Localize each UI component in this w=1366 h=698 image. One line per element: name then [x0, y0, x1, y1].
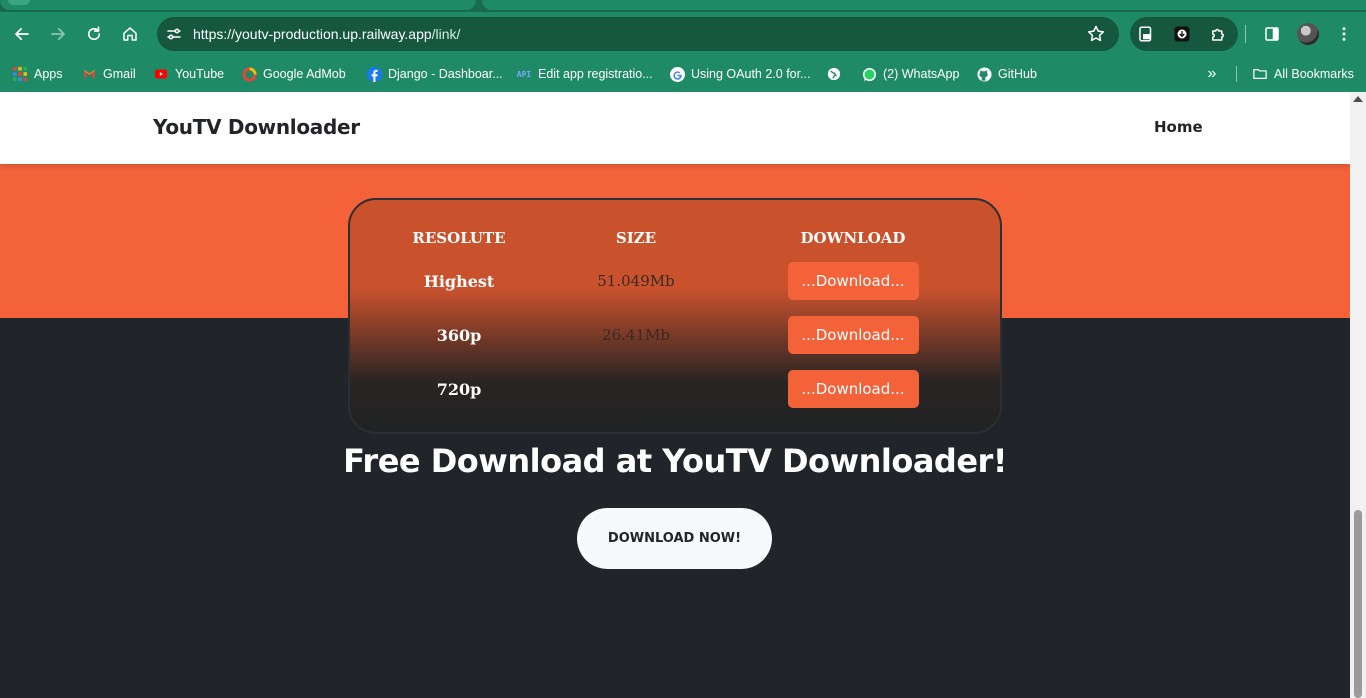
browser-toolbar: https://youtv-production.up.railway.app/…: [0, 12, 1366, 56]
extension-page-icon[interactable]: [1137, 25, 1155, 43]
download-now-button[interactable]: DOWNLOAD NOW!: [577, 508, 772, 569]
home-icon[interactable]: [118, 22, 142, 46]
admob-icon: [241, 66, 257, 82]
apps-grid-icon: [12, 66, 28, 82]
extension-download-icon[interactable]: [1173, 25, 1191, 43]
nav-link-home[interactable]: Home: [1154, 118, 1203, 136]
github-icon: [976, 66, 992, 82]
site-navbar: YouTV Downloader Home: [0, 92, 1350, 164]
url-path: /link/: [431, 26, 461, 42]
scroll-up-arrow-icon[interactable]: [1353, 96, 1363, 102]
whatsapp-icon: [861, 66, 877, 82]
table-row: 360p 26.41Mb ...Download...: [364, 308, 988, 362]
youtube-icon: [153, 66, 169, 82]
bookmark-youtube[interactable]: YouTube: [153, 64, 224, 84]
download-options-card: RESOLUTE SIZE DOWNLOAD Highest 51.049Mb …: [348, 198, 1002, 434]
bookmark-globe[interactable]: [826, 64, 842, 84]
download-cell: ...Download...: [718, 308, 988, 362]
tab-strip: [0, 0, 1366, 12]
download-table: RESOLUTE SIZE DOWNLOAD Highest 51.049Mb …: [364, 222, 988, 416]
bookmark-apps[interactable]: Apps: [12, 64, 63, 84]
bookmark-whatsapp[interactable]: (2) WhatsApp: [861, 64, 959, 84]
all-bookmarks-label: All Bookmarks: [1274, 67, 1354, 81]
column-header-size: SIZE: [615, 229, 657, 247]
bookmark-django[interactable]: Django - Dashboar...: [366, 64, 503, 84]
bookmark-label: Google AdMob: [263, 67, 346, 81]
bookmark-label: Using OAuth 2.0 for...: [691, 67, 811, 81]
bookmark-github[interactable]: GitHub: [976, 64, 1037, 84]
bookmark-star-icon[interactable]: [1086, 24, 1106, 44]
forward-arrow-icon[interactable]: [46, 22, 70, 46]
bookmark-label: Gmail: [103, 67, 136, 81]
resolution-cell: 720p: [436, 379, 482, 399]
side-panel-icon[interactable]: [1262, 24, 1282, 44]
table-row: 720p ...Download...: [364, 362, 988, 416]
page-viewport: YouTV Downloader Home RESOLUTE SIZE DOWN…: [0, 92, 1366, 698]
tab-favicon: [8, 0, 30, 5]
gmail-icon: [81, 66, 97, 82]
resolution-cell: Highest: [423, 271, 495, 291]
download-cell: ...Download...: [718, 362, 988, 416]
column-header-resolution: RESOLUTE: [412, 229, 506, 247]
folder-icon: [1252, 66, 1268, 82]
globe-icon: [826, 66, 842, 82]
bookmark-label: (2) WhatsApp: [883, 67, 960, 81]
page-scrollbar[interactable]: [1350, 92, 1366, 698]
back-arrow-icon[interactable]: [10, 22, 34, 46]
google-icon: [669, 66, 685, 82]
download-button[interactable]: ...Download...: [787, 370, 919, 408]
site-brand[interactable]: YouTV Downloader: [153, 115, 360, 139]
bookmark-admob[interactable]: Google AdMob: [241, 64, 346, 84]
toolbar-divider: [1245, 25, 1246, 43]
bookmark-label: YouTube: [175, 67, 225, 81]
address-bar[interactable]: https://youtv-production.up.railway.app/…: [157, 17, 1119, 51]
table-header-row: RESOLUTE SIZE DOWNLOAD: [364, 222, 988, 254]
reload-icon[interactable]: [82, 22, 106, 46]
cta-title: Free Download at YouTV Downloader!: [343, 442, 1007, 480]
bookmarks-divider: [1236, 66, 1237, 82]
download-button[interactable]: ...Download...: [787, 316, 919, 354]
url-text[interactable]: https://youtv-production.up.railway.app/…: [193, 26, 460, 42]
bookmark-label: Apps: [34, 67, 63, 81]
site-info-icon[interactable]: [165, 25, 183, 43]
scrollbar-thumb[interactable]: [1354, 510, 1362, 698]
browser-tab[interactable]: [0, 0, 476, 10]
bookmarks-overflow-icon[interactable]: »: [1203, 65, 1221, 83]
table-row: Highest 51.049Mb ...Download...: [364, 254, 988, 308]
url-host: https://youtv-production.up.railway.app: [193, 26, 432, 42]
profile-avatar[interactable]: [1297, 23, 1319, 45]
extensions-puzzle-icon[interactable]: [1209, 25, 1227, 43]
bookmark-oauth[interactable]: Using OAuth 2.0 for...: [669, 64, 811, 84]
bookmark-gmail[interactable]: Gmail: [81, 64, 136, 84]
api-icon: API: [516, 69, 532, 79]
column-header-download: DOWNLOAD: [800, 229, 906, 247]
bookmark-label: GitHub: [998, 67, 1037, 81]
bookmarks-bar: Apps Gmail YouTube Google AdMob Django -…: [0, 56, 1366, 92]
kebab-menu-icon[interactable]: [1334, 24, 1354, 44]
download-button[interactable]: ...Download...: [787, 262, 919, 300]
download-cell: ...Download...: [718, 254, 988, 308]
size-cell: 51.049Mb: [597, 272, 675, 290]
browser-tab[interactable]: [482, 0, 1366, 10]
size-cell: [554, 362, 718, 416]
extensions-group: [1130, 17, 1238, 51]
bookmark-edit-app-registration[interactable]: API Edit app registratio...: [516, 64, 653, 84]
bookmark-label: Django - Dashboar...: [388, 67, 503, 81]
resolution-cell: 360p: [436, 325, 482, 345]
bookmark-label: Edit app registratio...: [538, 67, 653, 81]
facebook-icon: [366, 66, 382, 82]
all-bookmarks[interactable]: All Bookmarks: [1252, 64, 1354, 84]
size-cell: 26.41Mb: [602, 326, 670, 344]
